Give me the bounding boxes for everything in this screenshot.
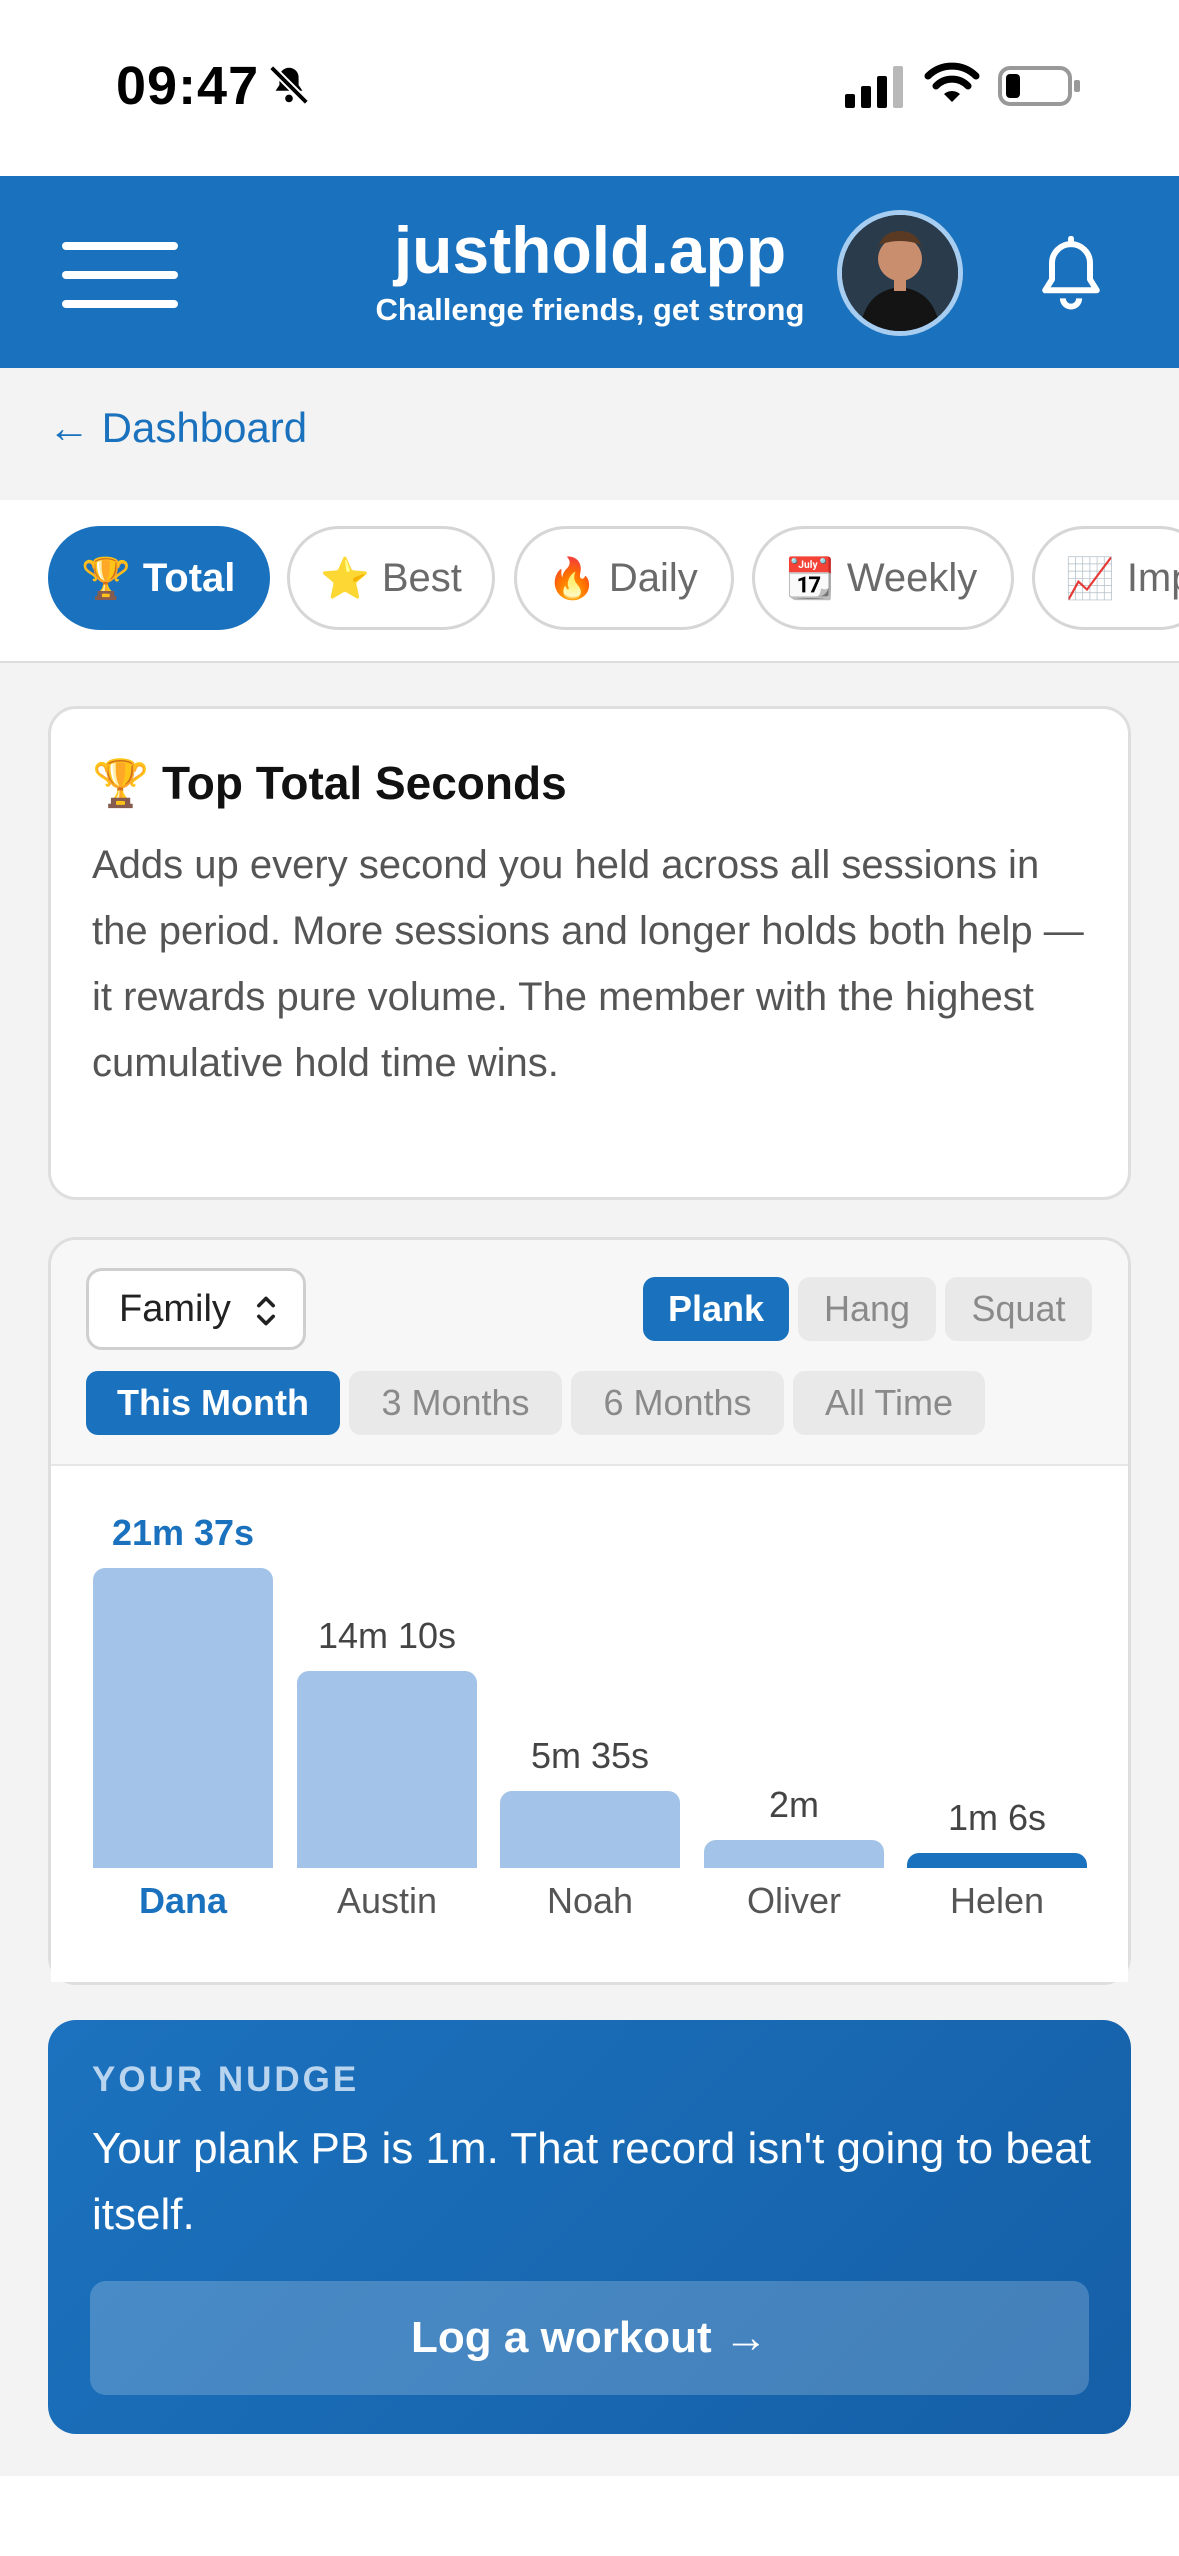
nudge-kicker: YOUR NUDGE <box>92 2060 360 2099</box>
nudge-text: Your plank PB is 1m. That record isn't g… <box>92 2124 1091 2239</box>
bar-noah <box>500 1791 680 1868</box>
cellular-signal-icon <box>845 66 903 108</box>
bar-oliver <box>704 1840 884 1868</box>
bar-value-label: 1m 6s <box>947 1797 1047 1838</box>
tab-total[interactable]: 🏆 Total <box>48 526 270 630</box>
app-title: justhold.app <box>393 213 787 287</box>
bar-value-label: 2m <box>768 1784 819 1825</box>
avatar[interactable] <box>837 210 963 336</box>
tab-label: Daily <box>608 555 698 600</box>
exercise-plank[interactable]: Plank <box>643 1277 789 1341</box>
star-icon: ⭐ <box>320 556 370 601</box>
bar-category-label: Helen <box>949 1880 1045 1921</box>
tab-label: Best <box>381 555 462 600</box>
chevron-up-down-icon <box>257 1296 275 1326</box>
group-select[interactable]: Family <box>86 1268 306 1350</box>
period-all-time[interactable]: All Time <box>793 1371 985 1435</box>
tab-daily[interactable]: 🔥 Daily <box>514 526 734 630</box>
info-title: 🏆 Top Total Seconds <box>92 757 567 809</box>
status-time: 09:47 <box>116 56 260 116</box>
bar-helen <box>907 1853 1087 1868</box>
fire-icon: 🔥 <box>547 556 597 601</box>
hamburger-menu-icon[interactable] <box>62 242 178 308</box>
tab-label: Total <box>142 555 236 600</box>
chart-increasing-icon: 📈 <box>1065 556 1115 601</box>
tab-label: Weekly <box>846 555 978 600</box>
calendar-icon: 📆 <box>785 556 835 601</box>
bar-category-label: Noah <box>546 1880 634 1921</box>
bar-value-label: 5m 35s <box>530 1735 650 1776</box>
trophy-icon: 🏆 <box>81 556 131 601</box>
tab-improvement[interactable]: 📈 Improvement <box>1032 526 1179 630</box>
bell-slash-icon <box>269 65 309 105</box>
tab-weekly[interactable]: 📆 Weekly <box>752 526 1014 630</box>
bar-category-label: Oliver <box>746 1880 841 1921</box>
home-indicator-area <box>0 2476 1179 2556</box>
exercise-squat[interactable]: Squat <box>945 1277 1092 1341</box>
bar-dana <box>93 1568 273 1868</box>
period-3-months[interactable]: 3 Months <box>349 1371 562 1435</box>
bar-austin <box>297 1671 477 1868</box>
bell-icon[interactable] <box>1038 236 1104 312</box>
bar-value-label: 21m 37s <box>111 1512 255 1553</box>
tab-label: Improvement <box>1126 555 1179 600</box>
bar-category-label: Dana <box>138 1880 228 1921</box>
exercise-hang[interactable]: Hang <box>798 1277 936 1341</box>
period-6-months[interactable]: 6 Months <box>571 1371 784 1435</box>
bar-category-label: Austin <box>336 1880 438 1921</box>
info-body: Adds up every second you held across all… <box>92 843 1084 1085</box>
app-subtitle: Challenge friends, get strong <box>375 292 805 327</box>
battery-icon <box>998 66 1080 106</box>
period-this-month[interactable]: This Month <box>86 1371 340 1435</box>
back-to-dashboard-link[interactable]: ← Dashboard <box>48 404 307 452</box>
tab-best[interactable]: ⭐ Best <box>287 526 495 630</box>
wifi-icon <box>924 62 980 102</box>
group-select-value: Family <box>119 1287 231 1330</box>
bar-value-label: 14m 10s <box>317 1615 457 1656</box>
log-workout-button[interactable]: Log a workout → <box>90 2281 1089 2395</box>
